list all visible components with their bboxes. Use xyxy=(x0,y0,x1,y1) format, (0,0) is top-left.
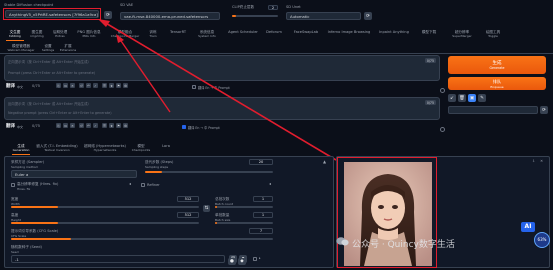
annotation-arrowhead-2 xyxy=(116,34,124,43)
extra-seed-checkbox[interactable] xyxy=(253,257,257,261)
width-label: 宽度 Width xyxy=(11,197,20,206)
batch-size-slider[interactable] xyxy=(215,222,273,224)
refiner-label: Refiner xyxy=(147,183,160,187)
watermark-text: 公众号 · Quincy数字生活 xyxy=(352,240,455,250)
seed-input[interactable]: -1 xyxy=(11,255,225,263)
sampler-select[interactable]: Euler a xyxy=(11,170,137,178)
left-eye xyxy=(378,205,384,209)
generation-panel: 采样方法 (Sampler) Sampling method Euler a 迭代… xyxy=(4,156,334,268)
bottom-action-icon-2[interactable]: ◆ xyxy=(238,258,246,265)
cfg-value[interactable]: 7 xyxy=(249,228,273,234)
subtab-checkpoints[interactable]: 模型 Checkpoints xyxy=(130,144,152,153)
panel-scroll-icon[interactable]: ▲ xyxy=(323,159,326,164)
height-label: 高度 Height xyxy=(11,213,21,222)
steps-value[interactable]: 20 xyxy=(249,159,273,165)
annotation-arrow-line-1 xyxy=(103,21,337,161)
sampler-label: 采样方法 (Sampler) Sampling method xyxy=(11,160,45,169)
batch-count-label: 总批次数 Batch count xyxy=(215,197,234,206)
close-icon[interactable]: ✕ xyxy=(540,159,543,163)
batch-count-value[interactable]: 1 xyxy=(253,196,273,202)
hires-fix-label: 高分辨率修复 (Hires. fix) Hires. fix xyxy=(17,182,59,191)
height-value[interactable]: 512 xyxy=(177,212,199,218)
annotation-arrowhead-1 xyxy=(98,19,110,27)
batch-size-slider-fill xyxy=(215,222,217,224)
refiner-checkbox[interactable] xyxy=(141,183,145,187)
batch-size-label: 单批数量 Batch size xyxy=(215,213,231,222)
swap-dimensions-icon[interactable]: ⇅ xyxy=(203,205,210,212)
steps-slider[interactable] xyxy=(145,171,273,173)
height-slider-fill xyxy=(11,222,58,224)
download-icon[interactable]: ⇩ xyxy=(532,159,535,163)
progress-badge[interactable]: 63% xyxy=(534,232,550,248)
width-slider-fill xyxy=(11,206,58,208)
chevron-left-icon[interactable]: ◂ xyxy=(269,181,271,186)
steps-label: 迭代步数 (Steps) Sampling steps xyxy=(145,160,174,169)
right-eye xyxy=(392,205,398,209)
subtab-embedding[interactable]: 嵌入式 (T.I. Embedding) Textual Inversion xyxy=(34,144,80,153)
ai-badge[interactable]: AI xyxy=(521,222,535,232)
subtab-indicator xyxy=(12,153,30,155)
batch-count-slider-fill xyxy=(215,206,217,208)
cfg-label: 提示词引导系数 (CFG Scale) CFG Scale xyxy=(11,229,59,238)
batch-count-slider[interactable] xyxy=(215,206,273,208)
cfg-slider-fill xyxy=(11,238,72,240)
width-value[interactable]: 512 xyxy=(177,196,199,202)
annotation-arrow-line-2 xyxy=(118,37,171,113)
batch-size-value[interactable]: 1 xyxy=(253,212,273,218)
chevron-left-icon-2[interactable]: ◂ xyxy=(129,181,131,186)
subtab-hypernetworks[interactable]: 超网络 (Hypernetworks) Hypernetworks xyxy=(84,144,126,153)
wechat-icon xyxy=(336,236,349,247)
subtab-generation[interactable]: 生成 Generation xyxy=(12,144,30,153)
seed-label: 随机数种子 (Seed) Seed xyxy=(11,245,42,254)
steps-slider-fill xyxy=(145,171,162,173)
hires-fix-checkbox[interactable] xyxy=(11,183,15,187)
extra-seed-label: ▸ xyxy=(259,256,261,260)
subtab-lora[interactable]: Lora xyxy=(158,144,174,148)
generated-image xyxy=(344,162,432,266)
bottom-action-icon[interactable]: ● xyxy=(228,258,236,265)
